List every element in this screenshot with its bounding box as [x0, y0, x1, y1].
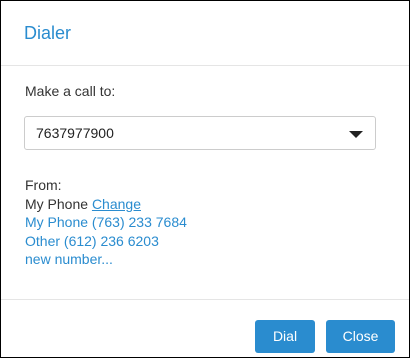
- dialog-title: Dialer: [24, 23, 72, 43]
- dialog-footer: Dial Close: [1, 299, 409, 358]
- phone-option-my-phone[interactable]: My Phone (763) 233 7684: [25, 213, 187, 232]
- change-link[interactable]: Change: [92, 196, 141, 212]
- make-call-label: Make a call to:: [25, 83, 116, 99]
- current-phone-row: My Phone Change: [25, 195, 187, 214]
- from-section: From: My Phone Change My Phone (763) 233…: [25, 176, 187, 269]
- dialer-dialog: Dialer Make a call to: 7637977900 From: …: [0, 0, 410, 358]
- from-label: From:: [25, 177, 62, 193]
- call-number-select[interactable]: 7637977900: [24, 116, 376, 150]
- dial-button[interactable]: Dial: [255, 320, 315, 353]
- phone-option-other[interactable]: Other (612) 236 6203: [25, 232, 187, 251]
- dialog-header: Dialer: [1, 1, 409, 66]
- current-phone-label: My Phone: [25, 195, 89, 212]
- new-number-link[interactable]: new number...: [25, 250, 187, 269]
- call-number-value: 7637977900: [36, 125, 114, 141]
- caret-down-icon[interactable]: [349, 131, 363, 138]
- close-button[interactable]: Close: [326, 320, 395, 353]
